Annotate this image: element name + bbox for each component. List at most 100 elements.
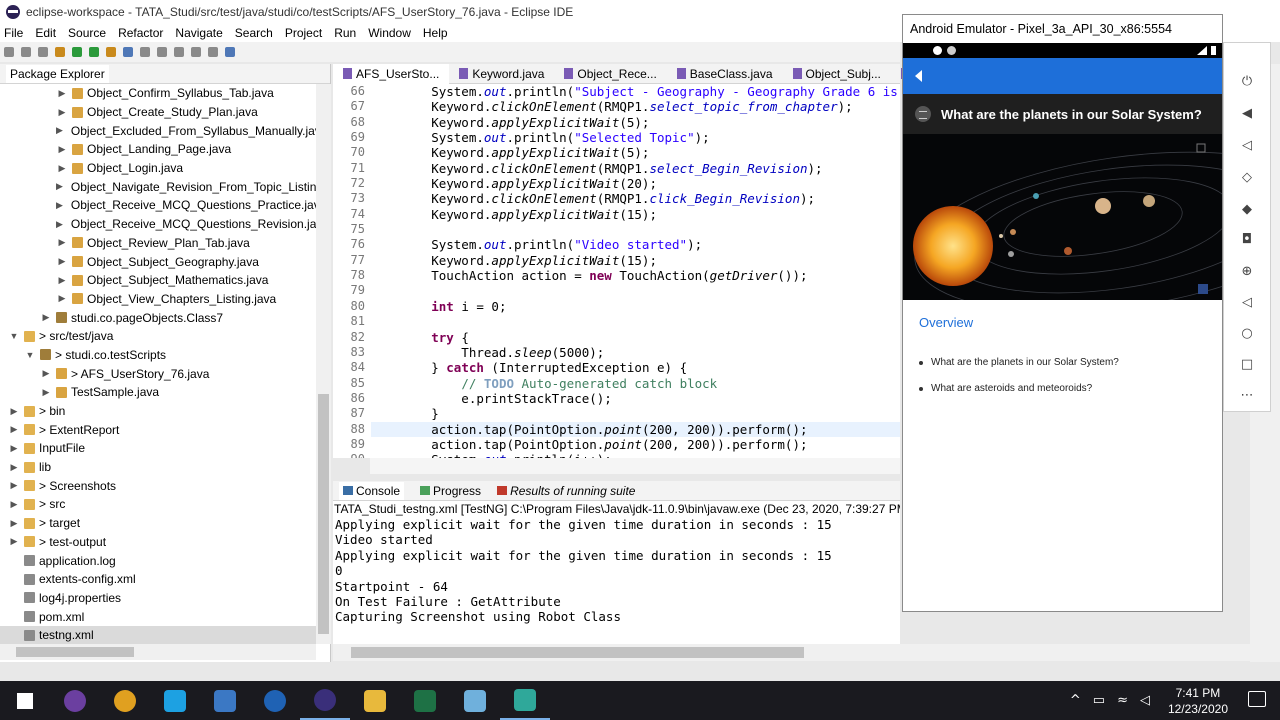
tree-item[interactable]: ▶ > ExtentReport bbox=[0, 420, 316, 439]
tree-item[interactable]: ▶ lib bbox=[0, 458, 316, 477]
tree-item[interactable]: ▶ > test-output bbox=[0, 533, 316, 552]
chevron-right-icon[interactable]: ▶ bbox=[8, 518, 20, 529]
tree-item[interactable]: ▶ Object_Create_Study_Plan.java bbox=[0, 103, 316, 122]
overview-icon[interactable]: □ bbox=[1240, 358, 1254, 372]
tab-progress[interactable]: Progress bbox=[420, 484, 481, 498]
scroll-thumb[interactable] bbox=[16, 647, 134, 657]
tree-item[interactable]: ▶ Object_View_Chapters_Listing.java bbox=[0, 290, 316, 309]
chevron-right-icon[interactable]: ▶ bbox=[56, 144, 68, 155]
browser-button[interactable] bbox=[250, 681, 300, 720]
power-icon[interactable]: ⏻ bbox=[1240, 75, 1254, 89]
tree-item[interactable]: log4j.properties bbox=[0, 589, 316, 608]
code-line[interactable]: Keyword.applyExplicitWait(5); bbox=[371, 115, 900, 130]
chevron-right-icon[interactable]: ▶ bbox=[40, 387, 52, 398]
package-explorer-vertical-scrollbar[interactable] bbox=[316, 84, 331, 644]
code-line[interactable] bbox=[371, 283, 900, 298]
notification-center-icon[interactable] bbox=[1248, 691, 1266, 707]
code-line[interactable]: try { bbox=[371, 330, 900, 345]
back-icon[interactable] bbox=[191, 47, 201, 57]
chevron-right-icon[interactable]: ▶ bbox=[56, 125, 63, 136]
app-purple-button[interactable] bbox=[50, 681, 100, 720]
emulator-screen[interactable]: What are the planets in our Solar System… bbox=[903, 43, 1222, 611]
editor-horizontal-scrollbar[interactable] bbox=[370, 458, 900, 474]
code-line[interactable]: Keyword.clickOnElement(RMQP1.select_Begi… bbox=[371, 161, 900, 176]
save-icon[interactable] bbox=[21, 47, 31, 57]
chevron-down-icon[interactable]: ▼ bbox=[8, 331, 20, 341]
menu-project[interactable]: Project bbox=[285, 26, 322, 40]
wifi-icon[interactable]: ≈ bbox=[1117, 693, 1128, 708]
tree-item[interactable]: ▶ Object_Receive_MCQ_Questions_Revision.j… bbox=[0, 215, 316, 234]
search-icon[interactable] bbox=[157, 47, 167, 57]
console-output[interactable]: Applying explicit wait for the given tim… bbox=[333, 517, 900, 644]
emulator-button[interactable] bbox=[500, 681, 550, 720]
code-content[interactable]: System.out.println("Subject - Geography … bbox=[371, 84, 900, 458]
editor-tab[interactable]: Object_Subj... bbox=[783, 67, 891, 81]
chevron-right-icon[interactable]: ▶ bbox=[40, 312, 52, 323]
editor-tab[interactable]: Keyword.java bbox=[449, 67, 554, 81]
back-arrow-icon[interactable] bbox=[915, 70, 922, 82]
chevron-right-icon[interactable]: ▶ bbox=[40, 368, 52, 379]
code-line[interactable]: System.out.println("Subject - Geography … bbox=[371, 84, 900, 99]
chrome-button[interactable] bbox=[100, 681, 150, 720]
code-line[interactable]: Thread.sleep(5000); bbox=[371, 345, 900, 360]
zoom-icon[interactable]: ⊕ bbox=[1240, 265, 1254, 279]
code-line[interactable]: action.tap(PointOption.point(200, 200)).… bbox=[371, 421, 900, 437]
chevron-right-icon[interactable]: ▶ bbox=[8, 424, 20, 435]
back-icon[interactable]: ◁ bbox=[1240, 296, 1254, 310]
chevron-right-icon[interactable]: ▶ bbox=[56, 107, 68, 118]
code-line[interactable]: int i = 0; bbox=[371, 299, 900, 314]
menu-edit[interactable]: Edit bbox=[35, 26, 56, 40]
chevron-down-icon[interactable]: ▼ bbox=[24, 350, 36, 360]
chevron-right-icon[interactable]: ▶ bbox=[56, 275, 68, 286]
chevron-right-icon[interactable]: ▶ bbox=[8, 536, 20, 547]
more-icon[interactable]: ⋯ bbox=[1240, 389, 1254, 403]
code-line[interactable]: TouchAction action = new TouchAction(get… bbox=[371, 268, 900, 283]
tree-item[interactable]: testng.xml bbox=[0, 625, 316, 644]
chevron-right-icon[interactable]: ▶ bbox=[8, 499, 20, 510]
package-explorer-tab[interactable]: Package Explorer bbox=[6, 64, 109, 83]
tree-item[interactable]: ▶ Object_Login.java bbox=[0, 159, 316, 178]
code-line[interactable] bbox=[371, 222, 900, 237]
chevron-right-icon[interactable]: ▶ bbox=[56, 237, 68, 248]
code-line[interactable]: Keyword.applyExplicitWait(15); bbox=[371, 253, 900, 268]
tree-item[interactable]: ▶ > target bbox=[0, 514, 316, 533]
code-line[interactable]: Keyword.applyExplicitWait(20); bbox=[371, 176, 900, 191]
volume-down-icon[interactable]: ◁ bbox=[1240, 139, 1254, 153]
file-explorer-button[interactable] bbox=[350, 681, 400, 720]
new-icon[interactable] bbox=[4, 47, 14, 57]
camera-icon[interactable]: ◘ bbox=[1240, 233, 1254, 247]
code-line[interactable]: System.out.println("Video started"); bbox=[371, 237, 900, 252]
tree-item[interactable]: ▶ > src bbox=[0, 495, 316, 514]
rotate-right-icon[interactable]: ◆ bbox=[1240, 203, 1254, 217]
chevron-right-icon[interactable]: ▶ bbox=[56, 88, 68, 99]
chevron-right-icon[interactable]: ▶ bbox=[56, 163, 68, 174]
tree-item[interactable]: ▶ Object_Subject_Geography.java bbox=[0, 252, 316, 271]
code-line[interactable]: } bbox=[371, 406, 900, 421]
eclipse-button[interactable] bbox=[300, 681, 350, 720]
rotate-left-icon[interactable]: ◇ bbox=[1240, 171, 1254, 185]
notepad-button[interactable] bbox=[450, 681, 500, 720]
code-line[interactable]: } catch (InterruptedException e) { bbox=[371, 360, 900, 375]
coverage-icon[interactable] bbox=[89, 47, 99, 57]
menu-run[interactable]: Run bbox=[334, 26, 356, 40]
forward-icon[interactable] bbox=[208, 47, 218, 57]
chevron-right-icon[interactable]: ▶ bbox=[8, 443, 20, 454]
windows-start-button[interactable] bbox=[0, 681, 50, 720]
home-icon[interactable]: ○ bbox=[1240, 327, 1254, 341]
open-type-icon[interactable] bbox=[140, 47, 150, 57]
debug-icon[interactable] bbox=[55, 47, 65, 57]
chevron-right-icon[interactable]: ▶ bbox=[56, 293, 68, 304]
tree-item[interactable]: ▼ > studi.co.testScripts bbox=[0, 346, 316, 365]
volume-up-icon[interactable]: ◀ bbox=[1240, 107, 1254, 121]
tab-results[interactable]: Results of running suite bbox=[497, 484, 635, 498]
package-explorer-horizontal-scrollbar[interactable] bbox=[0, 644, 316, 660]
chevron-right-icon[interactable]: ▶ bbox=[8, 462, 20, 473]
menu-help[interactable]: Help bbox=[423, 26, 448, 40]
menu-search[interactable]: Search bbox=[235, 26, 273, 40]
editor-tab[interactable]: Object_Rece... bbox=[554, 67, 666, 81]
menu-window[interactable]: Window bbox=[368, 26, 411, 40]
code-line[interactable]: System.out.println("Selected Topic"); bbox=[371, 130, 900, 145]
code-line[interactable]: // TODO Auto-generated catch block bbox=[371, 376, 900, 391]
chevron-right-icon[interactable]: ▶ bbox=[56, 200, 63, 211]
skype-button[interactable] bbox=[150, 681, 200, 720]
